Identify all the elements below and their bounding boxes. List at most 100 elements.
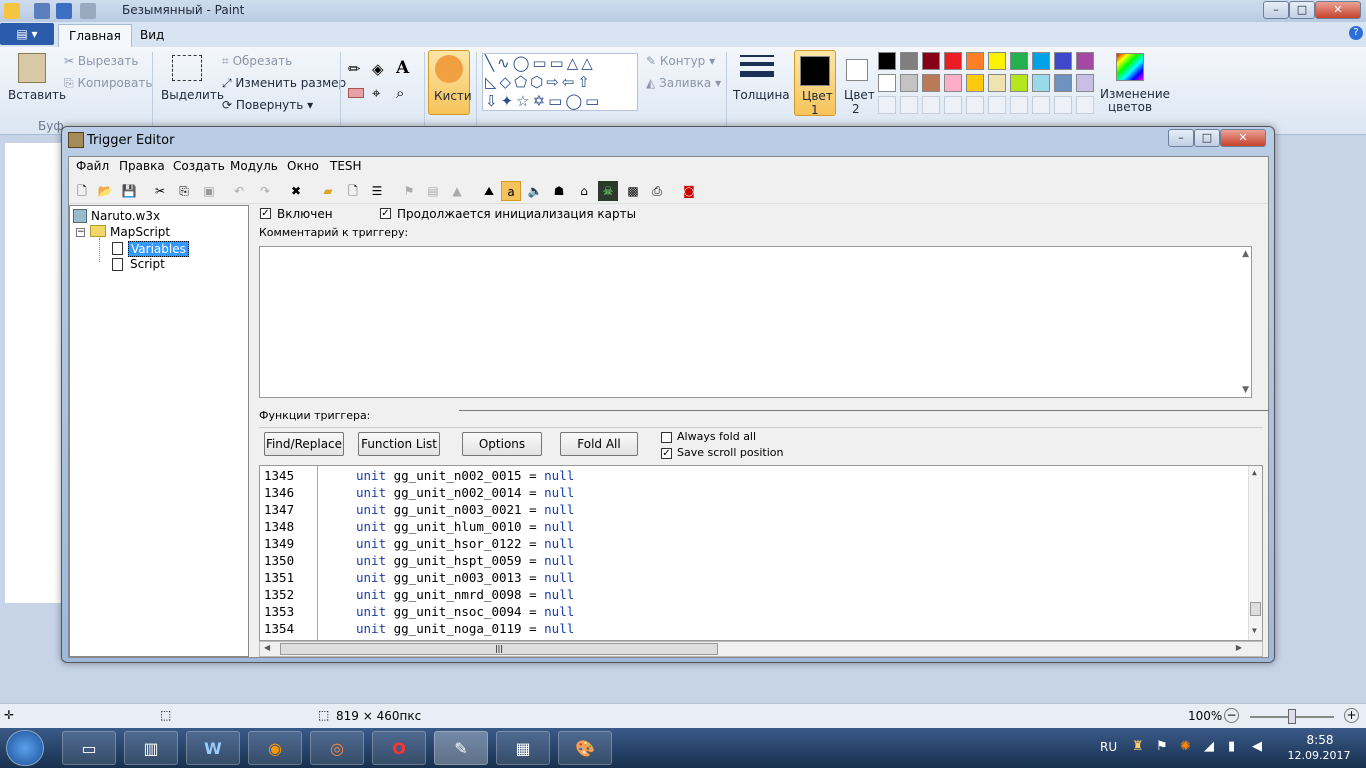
code-line[interactable]: 1351 unit gg_unit_n003_0013 = null bbox=[260, 570, 1250, 587]
palette-empty-swatch[interactable] bbox=[944, 96, 962, 114]
import-manager-icon[interactable]: ⎙ bbox=[647, 181, 667, 201]
action-icon[interactable]: ▲ bbox=[447, 181, 467, 201]
paint-canvas[interactable] bbox=[5, 143, 65, 603]
tree-item-script[interactable]: Script bbox=[130, 257, 165, 271]
zoom-in-button[interactable]: + bbox=[1344, 708, 1359, 723]
delete-icon[interactable]: ✖ bbox=[286, 181, 306, 201]
size-icon[interactable] bbox=[740, 55, 774, 81]
tree-root[interactable]: Naruto.w3x bbox=[91, 209, 160, 223]
paste-icon[interactable] bbox=[18, 53, 46, 83]
scroll-left-icon[interactable]: ◀ bbox=[264, 643, 270, 652]
palette-swatch[interactable] bbox=[1076, 52, 1094, 70]
hscroll-thumb[interactable]: ||| bbox=[280, 643, 718, 655]
tray-icon[interactable]: ♜ bbox=[1132, 739, 1144, 754]
palette-swatch[interactable] bbox=[988, 74, 1006, 92]
fill-icon[interactable]: ◈ bbox=[372, 60, 384, 78]
object-manager-icon[interactable]: ▩ bbox=[623, 181, 643, 201]
palette-swatch[interactable] bbox=[1010, 74, 1028, 92]
palette-swatch[interactable] bbox=[900, 74, 918, 92]
close-button[interactable]: ✕ bbox=[1315, 1, 1361, 19]
always-fold-checkbox[interactable] bbox=[661, 432, 672, 443]
size-button[interactable]: Толщина bbox=[733, 88, 790, 102]
tree-item-variables[interactable]: Variables bbox=[128, 241, 189, 257]
palette-swatch[interactable] bbox=[922, 74, 940, 92]
volume-icon[interactable]: ◀ bbox=[1252, 739, 1262, 754]
terrain-editor-icon[interactable]: ⛰ bbox=[479, 181, 499, 201]
object-editor-icon[interactable]: ☗ bbox=[549, 181, 569, 201]
palette-swatch[interactable] bbox=[1032, 52, 1050, 70]
save-scroll-checkbox[interactable]: ✓ bbox=[661, 448, 672, 459]
te-maximize-button[interactable]: □ bbox=[1194, 129, 1220, 147]
rainbow-icon[interactable] bbox=[1116, 53, 1144, 81]
crop-button[interactable]: ⌗ Обрезать bbox=[222, 54, 292, 69]
palette-empty-swatch[interactable] bbox=[900, 96, 918, 114]
splitter[interactable] bbox=[459, 410, 1269, 411]
te-close-button[interactable]: ✕ bbox=[1220, 129, 1266, 147]
avast-icon[interactable]: ✺ bbox=[1180, 739, 1191, 754]
scroll-thumb[interactable] bbox=[1250, 602, 1261, 616]
horizontal-scrollbar[interactable]: ◀ ||| ▶ bbox=[259, 641, 1263, 657]
tab-view[interactable]: Вид bbox=[130, 24, 174, 47]
trigger-editor-tool-icon[interactable]: a bbox=[501, 181, 521, 201]
zoom-out-button[interactable]: − bbox=[1224, 708, 1239, 723]
test-map-icon[interactable]: ◙ bbox=[679, 181, 699, 201]
word-icon[interactable]: W bbox=[186, 731, 240, 765]
palette-swatch[interactable] bbox=[922, 52, 940, 70]
world-editor-icon[interactable]: ✎ bbox=[434, 731, 488, 765]
menu-edit[interactable]: Правка bbox=[119, 159, 165, 173]
piano-icon[interactable]: ▥ bbox=[124, 731, 178, 765]
vertical-scrollbar[interactable]: ▲ ▼ bbox=[1248, 466, 1262, 640]
find-replace-button[interactable]: Find/Replace bbox=[264, 432, 344, 456]
menu-module[interactable]: Модуль bbox=[230, 159, 278, 173]
network-icon[interactable]: ◢ bbox=[1204, 739, 1214, 754]
scroll-up-icon[interactable]: ▲ bbox=[1242, 249, 1249, 259]
palette-swatch[interactable] bbox=[1054, 74, 1072, 92]
battery-icon[interactable]: ▮ bbox=[1228, 739, 1235, 754]
code-line[interactable]: 1353 unit gg_unit_nsoc_0094 = null bbox=[260, 604, 1250, 621]
new-trigger-icon[interactable]: 🗋 bbox=[343, 181, 363, 201]
open-icon[interactable]: 📂 bbox=[95, 181, 115, 201]
undo-icon[interactable]: ↶ bbox=[229, 181, 249, 201]
copy-button[interactable]: ⎘ Копировать bbox=[64, 76, 152, 91]
palette-empty-swatch[interactable] bbox=[966, 96, 984, 114]
save-icon[interactable] bbox=[34, 3, 50, 19]
flag-icon[interactable]: ⚑ bbox=[1156, 739, 1168, 754]
language-indicator[interactable]: RU bbox=[1100, 740, 1117, 754]
palette-empty-swatch[interactable] bbox=[1054, 96, 1072, 114]
firefox-icon[interactable]: ◉ bbox=[248, 731, 302, 765]
collapse-icon[interactable]: − bbox=[76, 228, 85, 237]
cut-button[interactable]: ✂ Вырезать bbox=[64, 54, 138, 68]
select-icon[interactable] bbox=[172, 55, 202, 81]
init-checkbox[interactable]: ✓ bbox=[380, 208, 391, 219]
clock-time[interactable]: 8:58 bbox=[1288, 733, 1352, 747]
comment-textarea[interactable]: ▲ ▼ bbox=[259, 246, 1252, 398]
new-comment-icon[interactable]: ☰ bbox=[367, 181, 387, 201]
minimize-button[interactable]: – bbox=[1263, 1, 1289, 19]
palette-empty-swatch[interactable] bbox=[922, 96, 940, 114]
zoom-slider-thumb[interactable] bbox=[1288, 709, 1296, 724]
scroll-down-icon[interactable]: ▼ bbox=[1252, 626, 1257, 635]
copy-icon[interactable]: ⎘ bbox=[174, 181, 194, 201]
magnifier-icon[interactable]: ⌕ bbox=[396, 84, 404, 102]
ai-editor-icon[interactable]: ☠ bbox=[598, 181, 618, 201]
new-category-icon[interactable]: ▰ bbox=[318, 181, 338, 201]
ccleaner-icon[interactable]: ◎ bbox=[310, 731, 364, 765]
code-line[interactable]: 1347 unit gg_unit_n003_0021 = null bbox=[260, 502, 1250, 519]
code-line[interactable]: 1350 unit gg_unit_hspt_0059 = null bbox=[260, 553, 1250, 570]
save-icon[interactable]: 💾 bbox=[119, 181, 139, 201]
eraser-icon[interactable] bbox=[348, 88, 364, 98]
rotate-button[interactable]: ⟳ Повернуть ▾ bbox=[222, 98, 313, 112]
code-editor[interactable]: 1345 unit gg_unit_n002_0015 = null 1346 uni… bbox=[259, 465, 1263, 641]
maximize-button[interactable]: □ bbox=[1289, 1, 1315, 19]
menu-tesh[interactable]: TESH bbox=[330, 159, 362, 173]
start-button[interactable] bbox=[6, 730, 44, 766]
palette-empty-swatch[interactable] bbox=[878, 96, 896, 114]
palette-empty-swatch[interactable] bbox=[1010, 96, 1028, 114]
fill-button[interactable]: ◭ Заливка ▾ bbox=[646, 76, 721, 90]
tab-home[interactable]: Главная bbox=[58, 24, 132, 47]
code-line[interactable]: 1352 unit gg_unit_nmrd_0098 = null bbox=[260, 587, 1250, 604]
condition-icon[interactable]: ▤ bbox=[423, 181, 443, 201]
file-menu-button[interactable]: ▤ ▾ bbox=[0, 23, 54, 45]
palette-swatch[interactable] bbox=[1010, 52, 1028, 70]
menu-file[interactable]: Файл bbox=[76, 159, 109, 173]
